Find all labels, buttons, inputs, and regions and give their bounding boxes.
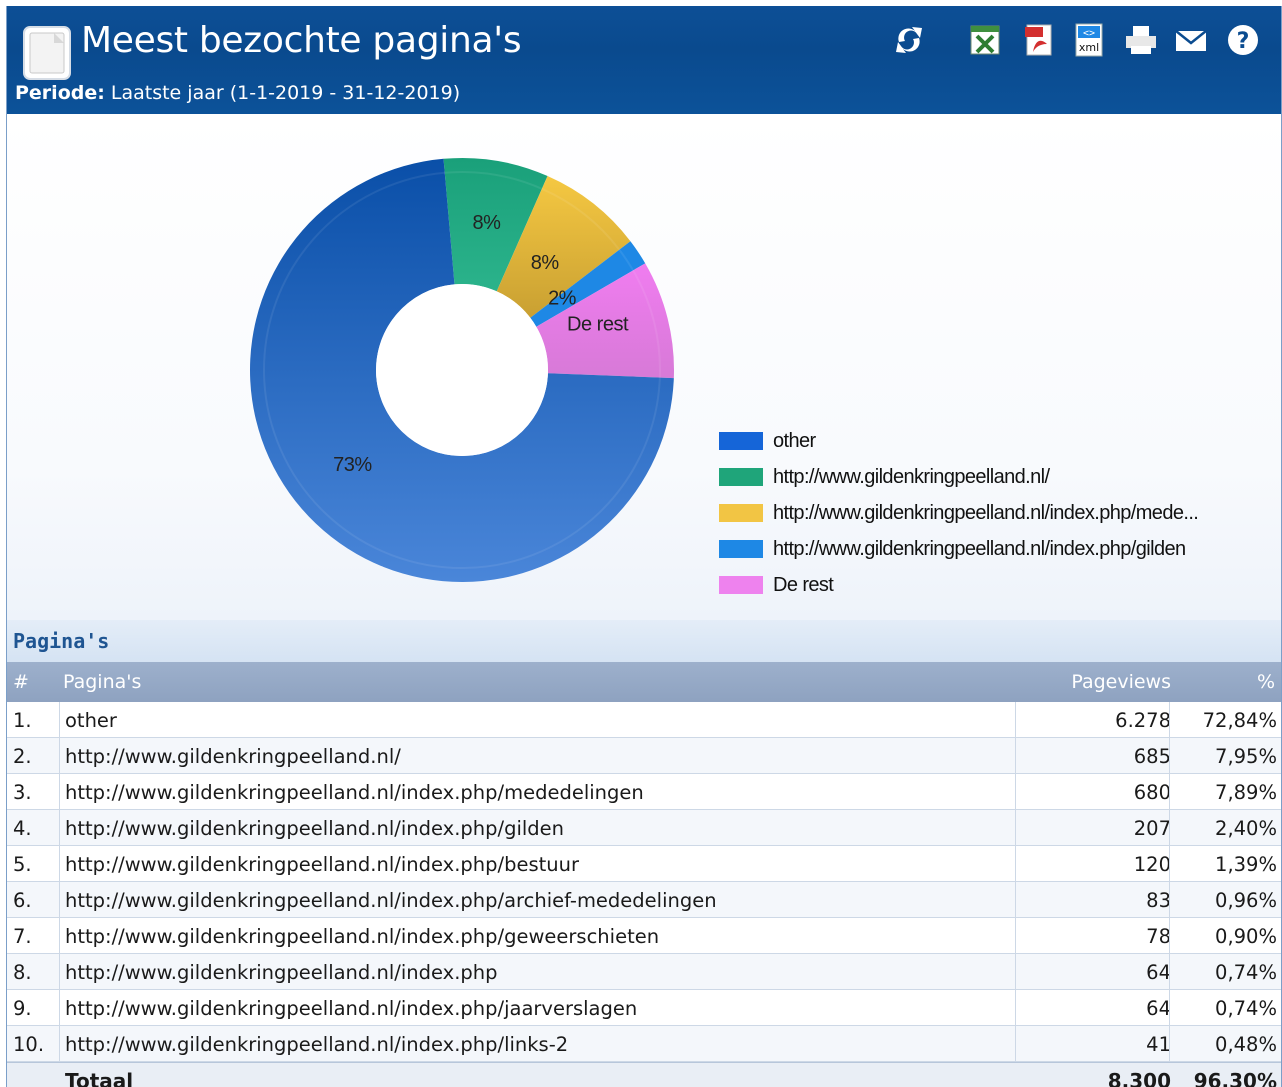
row-page: http://www.gildenkringpeelland.nl/index.… [65,817,565,840]
legend-swatch [719,540,763,558]
row-pageviews: 685 [1133,745,1171,768]
report-panel: Meest bezochte pagina's Periode: Laatste… [6,6,1282,1087]
donut-slice-label: De rest [567,314,629,336]
row-percent: 0,96% [1215,889,1277,912]
legend-swatch [719,432,763,450]
row-pageviews: 120 [1133,853,1171,876]
donut-slices [250,158,674,582]
svg-text:<>: <> [1083,28,1095,39]
section-title: Pagina's [13,629,110,653]
row-percent: 7,89% [1215,781,1277,804]
period-label: Periode: [15,82,105,104]
table-row: 1. other 6.278 72,84% [7,702,1281,738]
row-page: http://www.gildenkringpeelland.nl/index.… [65,997,638,1020]
row-percent: 0,74% [1215,961,1277,984]
row-pageviews: 83 [1146,889,1171,912]
donut-slice-label: 8% [473,212,502,234]
row-percent: 72,84% [1202,709,1277,732]
row-pageviews: 41 [1146,1033,1171,1056]
row-number: 9. [13,997,32,1020]
row-pageviews: 78 [1146,925,1171,948]
page-title: Meest bezochte pagina's [81,20,522,61]
row-pageviews: 207 [1133,817,1171,840]
mail-icon[interactable] [1173,22,1209,58]
row-page: other [65,709,117,732]
donut-slice-label: 73% [333,454,372,476]
row-page: http://www.gildenkringpeelland.nl/index.… [65,1033,569,1056]
donut-hole [376,284,548,456]
row-pageviews: 64 [1146,961,1171,984]
row-number: 8. [13,961,32,984]
row-percent: 0,74% [1215,997,1277,1020]
row-number: 5. [13,853,32,876]
row-page: http://www.gildenkringpeelland.nl/index.… [65,853,579,876]
row-page: http://www.gildenkringpeelland.nl/ [65,745,401,768]
table-row: 9. http://www.gildenkringpeelland.nl/ind… [7,990,1281,1026]
table-row: 2. http://www.gildenkringpeelland.nl/ 68… [7,738,1281,774]
period-line: Periode: Laatste jaar (1-1-2019 - 31-12-… [15,82,460,104]
row-number: 1. [13,709,32,732]
total-pageviews: 8.300 [1107,1069,1171,1087]
excel-icon[interactable] [967,22,1003,58]
page-icon [23,26,71,80]
refresh-icon[interactable] [891,22,927,58]
legend-swatch [719,468,763,486]
svg-text:?: ? [1237,29,1250,54]
toolbar: <> xml ? [891,22,1271,62]
table-row: 8. http://www.gildenkringpeelland.nl/ind… [7,954,1281,990]
column-header-num[interactable]: # [13,671,29,693]
row-number: 7. [13,925,32,948]
row-number: 6. [13,889,32,912]
row-pageviews: 680 [1133,781,1171,804]
legend-label: http://www.gildenkringpeelland.nl/ [773,466,1050,488]
legend-swatch [719,504,763,522]
period-value: Laatste jaar (1-1-2019 - 31-12-2019) [110,82,461,104]
row-number: 10. [13,1033,45,1056]
row-number: 2. [13,745,32,768]
table-row: 4. http://www.gildenkringpeelland.nl/ind… [7,810,1281,846]
row-number: 3. [13,781,32,804]
row-percent: 0,90% [1215,925,1277,948]
total-percent: 96,30% [1193,1069,1277,1087]
pdf-icon[interactable] [1021,22,1057,58]
row-pageviews: 6.278 [1115,709,1171,732]
legend-swatch [719,576,763,594]
legend-label: other [773,430,816,452]
total-label: Totaal [65,1069,134,1087]
table-row: 6. http://www.gildenkringpeelland.nl/ind… [7,882,1281,918]
table-row: 10. http://www.gildenkringpeelland.nl/in… [7,1026,1281,1062]
row-number: 4. [13,817,32,840]
row-page: http://www.gildenkringpeelland.nl/index.… [65,961,498,984]
table-row: 5. http://www.gildenkringpeelland.nl/ind… [7,846,1281,882]
row-pageviews: 64 [1146,997,1171,1020]
row-page: http://www.gildenkringpeelland.nl/index.… [65,889,717,912]
row-page: http://www.gildenkringpeelland.nl/index.… [65,925,660,948]
help-icon[interactable]: ? [1225,22,1261,58]
row-percent: 2,40% [1215,817,1277,840]
donut-slice-label: 8% [531,252,560,274]
print-icon[interactable] [1123,22,1159,58]
legend-label: http://www.gildenkringpeelland.nl/index.… [773,502,1199,524]
row-percent: 1,39% [1215,853,1277,876]
section-header: Pagina's [7,620,1281,662]
column-header-percent[interactable]: % [1257,671,1275,693]
xml-icon[interactable]: <> xml [1071,22,1107,58]
donut-slice-label: 2% [548,288,577,310]
legend-label: De rest [773,574,834,596]
legend-label: http://www.gildenkringpeelland.nl/index.… [773,538,1186,560]
table-row: 3. http://www.gildenkringpeelland.nl/ind… [7,774,1281,810]
table-header: # Pagina's Pageviews % [7,662,1281,702]
chart-area: 8% 8% 2% De rest 73% other http://www.gilden… [7,114,1281,620]
column-header-page[interactable]: Pagina's [63,671,141,693]
row-percent: 0,48% [1215,1033,1277,1056]
svg-text:xml: xml [1079,41,1099,54]
table-total-row: Totaal 8.300 96,30% [7,1062,1281,1087]
column-header-pageviews[interactable]: Pageviews [1071,671,1171,693]
table-row: 7. http://www.gildenkringpeelland.nl/ind… [7,918,1281,954]
report-header: Meest bezochte pagina's Periode: Laatste… [7,6,1281,114]
row-page: http://www.gildenkringpeelland.nl/index.… [65,781,644,804]
row-percent: 7,95% [1215,745,1277,768]
